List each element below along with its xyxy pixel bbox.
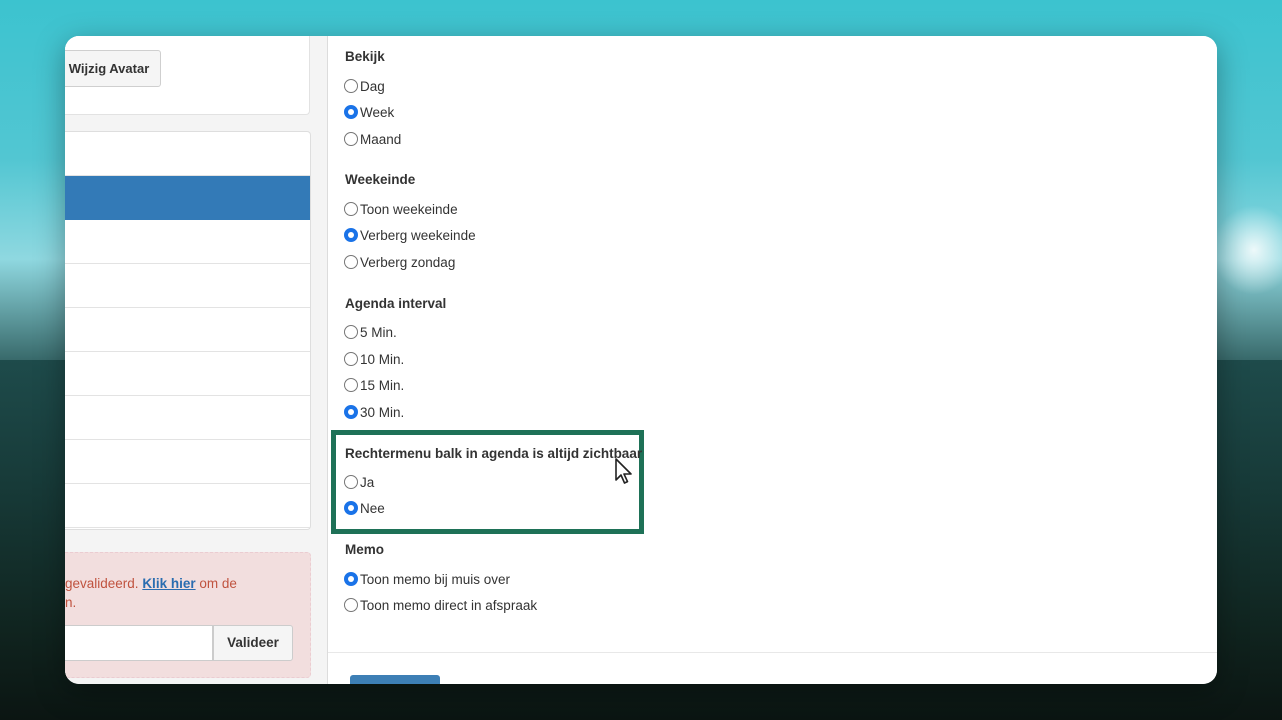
save-button[interactable]: [350, 675, 440, 684]
change-avatar-button[interactable]: Wijzig Avatar: [65, 50, 161, 87]
radio-label: Ja: [360, 474, 375, 490]
side-menu-item[interactable]: [65, 132, 310, 176]
radio-label: Nee: [360, 500, 385, 516]
validation-code-input[interactable]: [65, 625, 213, 661]
radio-option-30-min[interactable]: 30 Min.: [344, 402, 404, 422]
side-menu-item[interactable]: [65, 220, 310, 264]
radio-icon[interactable]: [344, 202, 358, 216]
side-menu-item[interactable]: [65, 396, 310, 440]
left-column: Wijzig Avatar gevalideerd. Klik hier om …: [65, 36, 327, 684]
radio-label: Toon memo direct in afspraak: [360, 597, 538, 613]
radio-label: Verberg weekeinde: [360, 227, 476, 243]
radio-option-nee[interactable]: Nee: [344, 498, 385, 518]
app-window: Wijzig Avatar gevalideerd. Klik hier om …: [65, 36, 1217, 684]
radio-option-ja[interactable]: Ja: [344, 472, 374, 492]
radio-label: Toon weekeinde: [360, 201, 458, 217]
radio-label: Toon memo bij muis over: [360, 571, 511, 587]
radio-icon[interactable]: [344, 475, 358, 489]
validate-button[interactable]: Valideer: [213, 625, 293, 661]
side-menu-item-active[interactable]: [65, 176, 310, 220]
alert-message: gevalideerd. Klik hier om de: [65, 573, 237, 595]
weekend-section-title: Weekeinde: [345, 172, 416, 187]
radio-label: 10 Min.: [360, 351, 405, 367]
radio-label: 15 Min.: [360, 377, 405, 393]
radio-option-10-min[interactable]: 10 Min.: [344, 349, 404, 369]
radio-label: 30 Min.: [360, 404, 405, 420]
radio-icon[interactable]: [344, 405, 358, 419]
radio-label: Dag: [360, 78, 385, 94]
radio-icon[interactable]: [344, 228, 358, 242]
radio-icon[interactable]: [344, 325, 358, 339]
view-section-title: Bekijk: [345, 49, 385, 64]
side-menu-item[interactable]: [65, 308, 310, 352]
radio-icon[interactable]: [344, 598, 358, 612]
radio-label: 5 Min.: [360, 324, 397, 340]
radio-option-maand[interactable]: Maand: [344, 129, 401, 149]
radio-option-memo-direct[interactable]: Toon memo direct in afspraak: [344, 595, 537, 615]
background-cloud: [1212, 205, 1282, 295]
alert-text-prefix: gevalideerd.: [65, 576, 143, 591]
footer-divider: [328, 652, 1217, 653]
interval-section-title: Agenda interval: [345, 296, 447, 311]
side-menu: [65, 131, 311, 530]
click-here-link[interactable]: Klik hier: [142, 576, 195, 591]
radio-label: Verberg zondag: [360, 254, 456, 270]
mouse-pointer-icon: [615, 458, 632, 484]
avatar-card: Wijzig Avatar: [65, 36, 310, 115]
radio-option-hide-weekend[interactable]: Verberg weekeinde: [344, 225, 476, 245]
alert-text-suffix: om de: [195, 576, 237, 591]
right-menu-section-title: Rechtermenu balk in agenda is altijd zic…: [345, 446, 643, 461]
radio-icon[interactable]: [344, 501, 358, 515]
settings-panel: Bekijk Dag Week Maand Weekeinde Toon wee…: [327, 36, 1217, 684]
radio-icon[interactable]: [344, 255, 358, 269]
radio-label: Maand: [360, 131, 402, 147]
radio-label: Week: [360, 104, 395, 120]
radio-option-5-min[interactable]: 5 Min.: [344, 322, 397, 342]
radio-icon[interactable]: [344, 572, 358, 586]
radio-icon[interactable]: [344, 105, 358, 119]
side-menu-item[interactable]: [65, 264, 310, 308]
radio-option-hide-sunday[interactable]: Verberg zondag: [344, 252, 455, 272]
radio-option-memo-hover[interactable]: Toon memo bij muis over: [344, 569, 510, 589]
radio-icon[interactable]: [344, 378, 358, 392]
radio-option-dag[interactable]: Dag: [344, 76, 385, 96]
radio-icon[interactable]: [344, 79, 358, 93]
radio-icon[interactable]: [344, 132, 358, 146]
validation-alert: gevalideerd. Klik hier om de n. Valideer: [65, 552, 311, 678]
side-menu-item[interactable]: [65, 484, 310, 528]
side-menu-item[interactable]: [65, 440, 310, 484]
radio-icon[interactable]: [344, 352, 358, 366]
radio-option-15-min[interactable]: 15 Min.: [344, 375, 404, 395]
memo-section-title: Memo: [345, 542, 385, 557]
radio-option-show-weekend[interactable]: Toon weekeinde: [344, 199, 458, 219]
alert-message-line2: n.: [65, 595, 77, 610]
radio-option-week[interactable]: Week: [344, 102, 394, 122]
side-menu-item[interactable]: [65, 352, 310, 396]
